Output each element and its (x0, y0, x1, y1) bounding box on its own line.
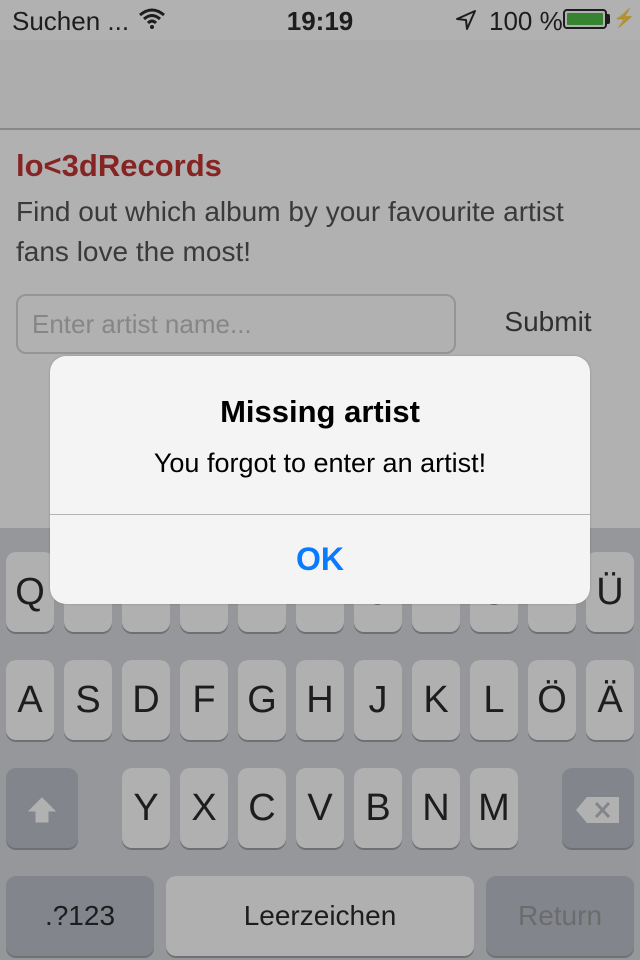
alert-message: You forgot to enter an artist! (153, 448, 487, 478)
alert-dialog: Missing artist You forgot to enter an ar… (50, 356, 590, 604)
alert-title: Missing artist (220, 394, 420, 429)
ok-button[interactable]: OK (50, 515, 590, 604)
